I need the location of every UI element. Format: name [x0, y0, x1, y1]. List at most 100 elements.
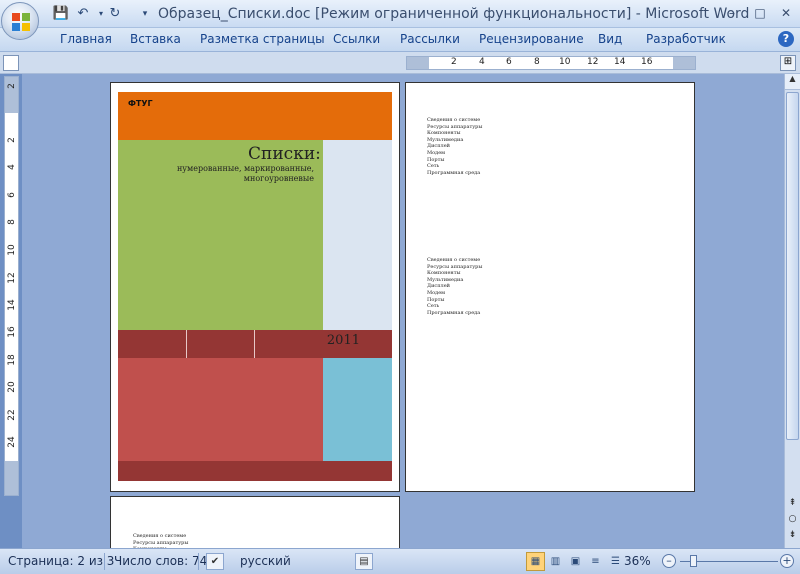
- maximize-button[interactable]: □: [748, 4, 772, 22]
- vertical-ruler[interactable]: 2 2 4 6 8 10 12 14 16 18 20 22 24: [4, 76, 19, 496]
- tab-references[interactable]: Ссылки: [333, 32, 380, 46]
- cover-cyan-block: [323, 358, 392, 461]
- cover-footer-block: [118, 461, 392, 481]
- spellcheck-icon[interactable]: ✔: [206, 553, 224, 570]
- ruler-tick: 16: [7, 326, 17, 338]
- toc-line: Сведения о системе: [427, 117, 481, 123]
- ruler-tick: 10: [7, 244, 17, 256]
- outline-view-icon[interactable]: ≡: [586, 552, 605, 571]
- zoom-slider-thumb[interactable]: [690, 555, 697, 567]
- cover-year: 2011: [326, 333, 360, 348]
- cover-org: ФТУГ: [128, 99, 153, 108]
- ruler-tick: 8: [7, 219, 17, 225]
- minimize-button[interactable]: –: [720, 4, 744, 22]
- language-indicator[interactable]: русский: [240, 554, 291, 568]
- ruler-tick: 6: [506, 57, 512, 67]
- word-count[interactable]: Число слов: 74: [114, 554, 207, 568]
- toc-line: Ресурсы аппаратуры: [427, 123, 483, 130]
- zoom-level[interactable]: 36%: [624, 554, 651, 568]
- tab-developer[interactable]: Разработчик: [646, 32, 726, 46]
- cover-title-block: Списки: нумерованные, маркированные, мно…: [118, 140, 323, 330]
- office-logo-icon: [12, 13, 30, 31]
- save-icon[interactable]: 💾: [52, 5, 70, 23]
- undo-icon[interactable]: ↶: [74, 5, 92, 23]
- page-indicator[interactable]: Страница: 2 из 3: [8, 554, 114, 568]
- print-layout-view-icon[interactable]: ▦: [526, 552, 545, 571]
- help-button[interactable]: ?: [778, 31, 794, 47]
- toc-line: Ресурсы аппаратуры: [427, 263, 483, 270]
- cover-subtitle: нумерованные, маркированные, многоуровне…: [176, 164, 314, 183]
- previous-page-icon[interactable]: ⇞: [785, 498, 800, 512]
- ruler-margin-left: [407, 57, 429, 69]
- toc-line: Модем: [427, 149, 446, 156]
- web-layout-icon[interactable]: ▣: [566, 552, 585, 571]
- toc-list: Сведения о системе Ресурсы аппаратуры Ко…: [427, 117, 482, 176]
- toc-line: Дисплей: [427, 283, 450, 290]
- toc-line: Сведения о системе: [133, 533, 187, 539]
- window-title: Образец_Списки.doc [Режим ограниченной ф…: [158, 6, 750, 22]
- next-page-icon[interactable]: ⇟: [785, 530, 800, 544]
- ruler-tick: 8: [534, 57, 540, 67]
- page-2[interactable]: Сведения о системе Ресурсы аппаратуры Ко…: [405, 82, 695, 492]
- title-bar: 💾 ↶ ▾ ↻ ▾ Образец_Списки.doc [Режим огра…: [0, 0, 800, 28]
- scroll-up-icon[interactable]: ▲: [785, 74, 800, 90]
- view-ruler-icon[interactable]: ⊞: [780, 55, 796, 71]
- ribbon-tabs: Главная Вставка Разметка страницы Ссылки…: [0, 28, 800, 52]
- zoom-out-icon[interactable]: –: [662, 554, 676, 568]
- page-cover[interactable]: ФТУГ Списки: нумерованные, маркированные…: [110, 82, 400, 492]
- ruler-tick: 4: [7, 164, 17, 170]
- toc-line: Компоненты: [427, 270, 461, 277]
- ruler-tick: 6: [7, 192, 17, 198]
- scrollbar-thumb[interactable]: [786, 92, 799, 440]
- ruler-tick: 2: [7, 83, 17, 89]
- toc-line: Мультимедиа: [427, 276, 464, 283]
- cover-year-band: 2011: [118, 330, 392, 358]
- toc-line: Программная среда: [427, 169, 481, 176]
- ruler-tick: 12: [587, 57, 599, 67]
- full-screen-reading-icon[interactable]: ▥: [546, 552, 565, 571]
- ruler-tick: 14: [7, 299, 17, 311]
- ruler-tick: 4: [479, 57, 485, 67]
- toc-line: Программная среда: [427, 309, 481, 316]
- toc-line: Компоненты: [427, 130, 461, 137]
- vertical-scrollbar[interactable]: ▲ ⇞ ○ ⇟: [784, 74, 800, 548]
- cover-side-block: [323, 140, 392, 330]
- customize-toolbar-icon[interactable]: ▾: [136, 5, 154, 23]
- cover-band-divider: [254, 330, 255, 358]
- close-button[interactable]: ✕: [774, 4, 798, 22]
- toc-line: Ресурсы аппаратуры: [133, 539, 189, 546]
- browse-object-icon[interactable]: ○: [785, 514, 800, 528]
- redo-icon[interactable]: ↻: [106, 5, 124, 23]
- status-divider: [198, 553, 199, 570]
- tab-review[interactable]: Рецензирование: [479, 32, 584, 46]
- cover-title: Списки:: [248, 144, 321, 164]
- cover-red-block: [118, 358, 323, 461]
- zoom-in-icon[interactable]: +: [780, 554, 794, 568]
- tab-selector-icon[interactable]: [3, 55, 19, 71]
- toc-line: Сеть: [427, 303, 440, 310]
- tab-page-layout[interactable]: Разметка страницы: [200, 32, 325, 46]
- ruler-tick: 2: [7, 137, 17, 143]
- ruler-tick: 2: [451, 57, 457, 67]
- tab-view[interactable]: Вид: [598, 32, 622, 46]
- horizontal-ruler[interactable]: 2 4 6 8 10 12 14 16: [406, 56, 696, 70]
- toc-line: Порты: [427, 156, 445, 163]
- tab-home[interactable]: Главная: [60, 32, 112, 46]
- office-button[interactable]: [1, 2, 39, 40]
- toc-line: Сведения о системе: [427, 257, 481, 263]
- tab-insert[interactable]: Вставка: [130, 32, 181, 46]
- toc-line: Мультимедиа: [427, 136, 464, 143]
- macro-record-icon[interactable]: ▤: [355, 553, 373, 570]
- toc-line: Модем: [427, 289, 446, 296]
- tab-mailings[interactable]: Рассылки: [400, 32, 460, 46]
- draft-view-icon[interactable]: ☰: [606, 552, 625, 571]
- document-workspace[interactable]: ФТУГ Списки: нумерованные, маркированные…: [22, 74, 784, 548]
- ruler-margin-right: [673, 57, 695, 69]
- page-3[interactable]: Сведения о системе Ресурсы аппаратуры Ко…: [110, 496, 400, 548]
- ruler-tick: 10: [559, 57, 571, 67]
- ruler-strip: 2 4 6 8 10 12 14 16 ⊞: [0, 52, 800, 74]
- ruler-margin-bottom: [5, 461, 18, 495]
- cover-header-block: ФТУГ: [118, 92, 392, 140]
- toc-list: Сведения о системе Ресурсы аппаратуры Ко…: [133, 533, 188, 548]
- ruler-tick: 20: [7, 381, 17, 393]
